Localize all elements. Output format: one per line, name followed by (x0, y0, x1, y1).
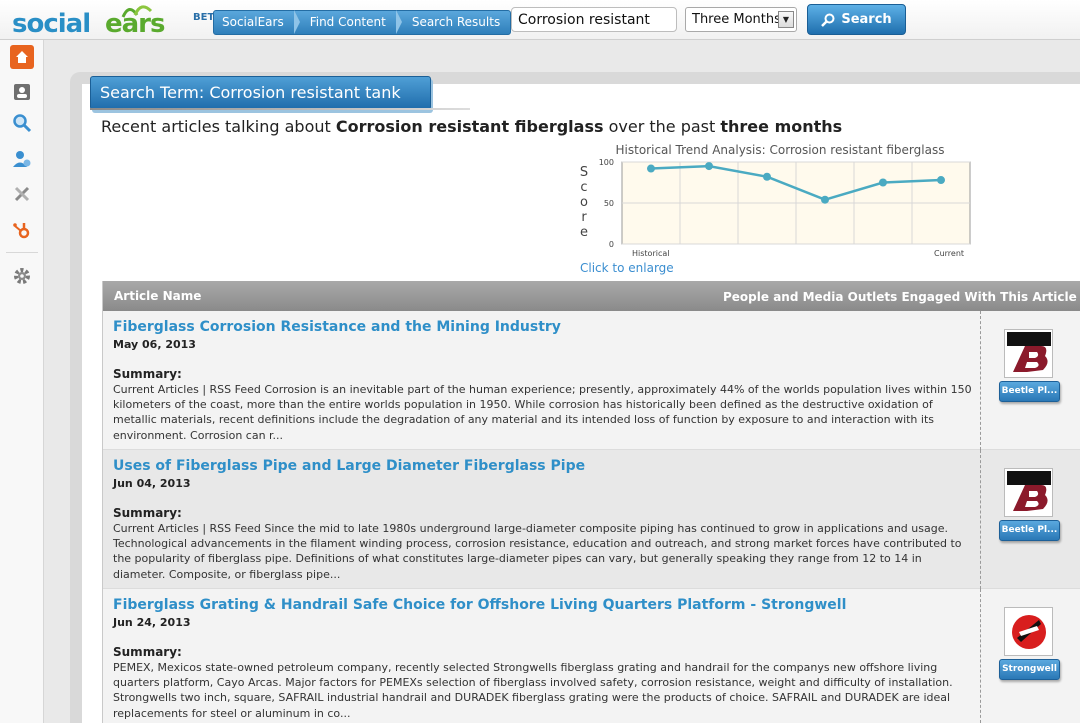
article-date: Jun 24, 2013 (113, 616, 191, 629)
row-divider (980, 589, 981, 723)
search-icon (821, 13, 835, 27)
beetle-plastics-logo[interactable] (1004, 468, 1053, 517)
data-point (821, 195, 829, 204)
search-button[interactable]: Search (807, 4, 906, 35)
enlarge-chart-link[interactable]: Click to enlarge (580, 261, 674, 275)
breadcrumb-find-content[interactable]: Find Content (294, 10, 402, 34)
articles-table: Article Name People and Media Outlets En… (102, 281, 1080, 723)
y-tick-label: 50 (604, 199, 614, 208)
logo-text-ears: ears (105, 9, 165, 39)
column-header-article-name: Article Name (114, 289, 202, 303)
y-axis-label-letter: e (580, 225, 588, 240)
search-icon[interactable] (10, 111, 34, 135)
socialears-logo[interactable]: social ears BETA (12, 3, 221, 39)
article-date: May 06, 2013 (113, 338, 196, 351)
logo-text-social: social (12, 9, 91, 39)
table-row: Uses of Fiberglass Pipe and Large Diamet… (103, 450, 1080, 589)
article-date: Jun 04, 2013 (113, 477, 191, 490)
results-heading: Recent articles talking about Corrosion … (101, 117, 842, 136)
breadcrumb: SocialEars Find Content Search Results (213, 10, 512, 35)
article-summary: PEMEX, Mexicos state-owned petroleum com… (113, 661, 953, 720)
beetle-plastics-logo[interactable] (1004, 329, 1053, 378)
heading-text: Recent articles talking about (101, 117, 336, 136)
y-axis-label-letter: o (580, 195, 588, 210)
summary-label: Summary: (113, 367, 182, 381)
user-settings-icon[interactable] (10, 147, 34, 171)
data-point (937, 176, 945, 185)
strongwell-logo[interactable] (1004, 607, 1053, 656)
tab-underline (90, 108, 470, 110)
data-point (763, 172, 771, 181)
rail-divider (6, 252, 38, 253)
outlet-button[interactable]: Strongwell (999, 659, 1060, 680)
column-header-people: People and Media Outlets Engaged With Th… (723, 290, 1077, 304)
heading-term: Corrosion resistant fiberglass (335, 117, 604, 136)
time-range-value: Three Months (692, 12, 781, 27)
gear-icon[interactable] (10, 264, 34, 288)
breadcrumb-search-results[interactable]: Search Results (396, 11, 510, 34)
heading-period: three months (720, 117, 843, 136)
row-divider (980, 450, 981, 589)
search-term-tab: Search Term: Corrosion resistant tank (90, 76, 431, 110)
search-input[interactable] (511, 7, 677, 32)
trend-chart[interactable]: Historical Trend Analysis: Corrosion res… (575, 140, 975, 280)
table-row: Fiberglass Corrosion Resistance and the … (103, 311, 1080, 450)
hubspot-icon[interactable] (10, 218, 34, 242)
breadcrumb-socialears[interactable]: SocialEars (214, 10, 300, 34)
time-range-select[interactable]: Three Months ▼ (685, 7, 797, 32)
article-summary: Current Articles | RSS Feed Corrosion is… (113, 383, 972, 442)
chart-title: Historical Trend Analysis: Corrosion res… (616, 143, 945, 157)
outlet-button[interactable]: Beetle Pl... (999, 520, 1060, 541)
y-axis-label-letter: S (580, 165, 588, 180)
chevron-down-icon[interactable]: ▼ (778, 11, 794, 28)
outlet-button[interactable]: Beetle Pl... (999, 381, 1060, 402)
left-nav-rail (0, 40, 44, 723)
y-tick-label: 100 (599, 158, 614, 167)
x-tick-label: Current (934, 249, 964, 258)
article-summary: Current Articles | RSS Feed Since the mi… (113, 522, 962, 581)
data-point (705, 162, 713, 171)
article-title-link[interactable]: Fiberglass Corrosion Resistance and the … (113, 319, 561, 335)
contacts-icon[interactable] (10, 80, 34, 104)
row-divider (980, 311, 981, 450)
search-button-label: Search (841, 12, 892, 27)
top-bar: social ears BETA SocialEars Find Content… (0, 0, 1080, 40)
tools-icon[interactable] (10, 182, 34, 206)
y-axis-label-letter: r (581, 210, 587, 225)
table-header: Article Name People and Media Outlets En… (103, 281, 1080, 311)
article-title-link[interactable]: Fiberglass Grating & Handrail Safe Choic… (113, 597, 846, 613)
summary-label: Summary: (113, 645, 182, 659)
home-icon[interactable] (10, 45, 34, 69)
y-tick-label: 0 (609, 240, 614, 249)
y-axis-label-letter: c (580, 180, 587, 195)
table-row: Fiberglass Grating & Handrail Safe Choic… (103, 589, 1080, 723)
heading-text-mid: over the past (603, 117, 721, 136)
data-point (647, 164, 655, 173)
article-title-link[interactable]: Uses of Fiberglass Pipe and Large Diamet… (113, 458, 585, 474)
summary-label: Summary: (113, 506, 182, 520)
x-tick-label: Historical (632, 249, 669, 258)
data-point (879, 178, 887, 187)
